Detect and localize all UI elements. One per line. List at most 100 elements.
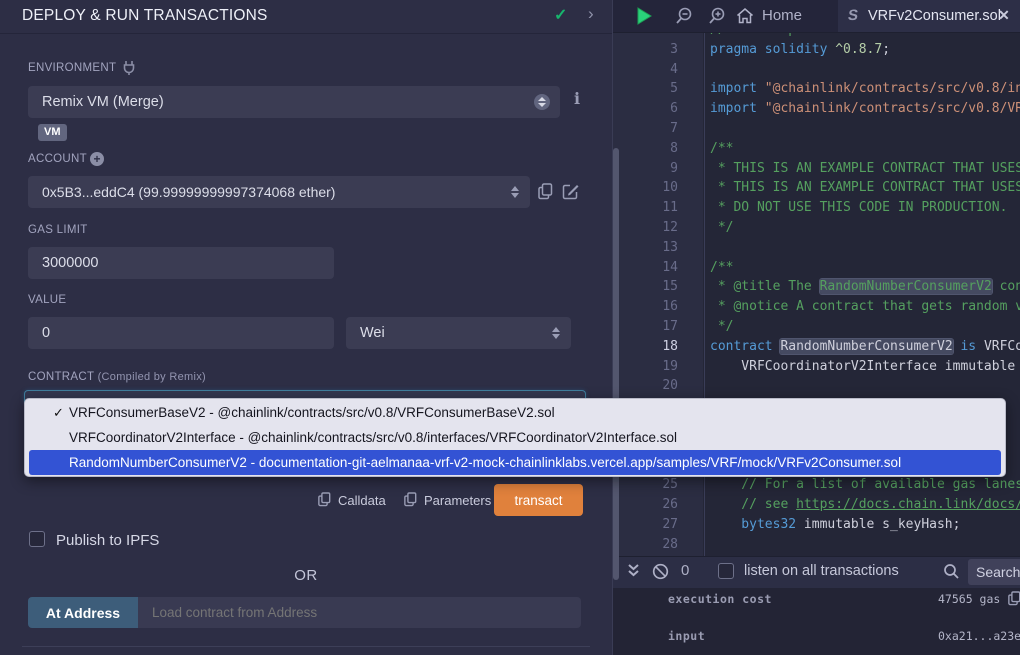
code-line[interactable]: 5import "@chainlink/contracts/src/v0.8/i… <box>612 79 1020 99</box>
line-number: 20 <box>612 376 678 396</box>
edit-account-icon[interactable] <box>562 183 579 200</box>
tab-file-label: VRFv2Consumer.sol <box>868 0 1001 32</box>
code-line[interactable]: 8/** <box>612 139 1020 159</box>
terminal-log[interactable]: execution cost47565 gasinput0xa21...a23e… <box>612 588 1020 655</box>
unit-value: Wei <box>360 325 385 341</box>
environment-label: ENVIRONMENT <box>28 62 116 74</box>
code-line[interactable]: 19 VRFCoordinatorV2Interface immutable C… <box>612 357 1020 377</box>
code-line[interactable]: 9 * THIS IS AN EXAMPLE CONTRACT THAT USE… <box>612 159 1020 179</box>
environment-select[interactable]: Remix VM (Merge) <box>28 86 560 118</box>
panel-collapse-chevron-icon[interactable]: › <box>588 4 594 24</box>
line-number: 25 <box>612 475 678 495</box>
code-line[interactable]: 7 <box>612 119 1020 139</box>
line-number: 10 <box>612 178 678 198</box>
transact-button[interactable]: transact <box>494 484 583 516</box>
code-line[interactable]: 18contract RandomNumberConsumerV2 is VRF… <box>612 337 1020 357</box>
dropdown-option[interactable]: RandomNumberConsumerV2 - documentation-g… <box>29 450 1001 475</box>
line-number: 9 <box>612 159 678 179</box>
terminal-clear-icon[interactable] <box>652 563 669 580</box>
account-select[interactable]: 0x5B3...eddC4 (99.99999999997374068 ethe… <box>28 176 530 208</box>
line-number: 27 <box>612 515 678 535</box>
at-address-input[interactable] <box>138 597 581 628</box>
close-tab-icon[interactable]: ✕ <box>998 7 1010 24</box>
account-label: ACCOUNT <box>28 153 87 165</box>
publish-checkbox[interactable] <box>29 531 45 547</box>
home-icon <box>736 8 754 24</box>
code-line[interactable]: 14/** <box>612 258 1020 278</box>
section-divider <box>22 646 590 647</box>
code-line[interactable]: 25 // For a list of available gas lanes … <box>612 475 1020 495</box>
listen-checkbox[interactable] <box>718 563 734 579</box>
solidity-file-icon: S <box>847 7 859 24</box>
value-input[interactable]: 0 <box>28 317 334 349</box>
gas-limit-label: GAS LIMIT <box>28 224 88 236</box>
terminal-expand-icon[interactable] <box>627 562 640 580</box>
parameters-label[interactable]: Parameters <box>424 493 491 508</box>
terminal-search-input[interactable] <box>968 559 1020 585</box>
terminal-row-key: execution cost <box>668 592 772 606</box>
line-number: 12 <box>612 218 678 238</box>
unit-caret-icon <box>551 325 561 341</box>
code-line[interactable]: 11 * DO NOT USE THIS CODE IN PRODUCTION. <box>612 198 1020 218</box>
code-line[interactable]: 16 * @notice A contract that gets random… <box>612 297 1020 317</box>
line-number: 8 <box>612 139 678 159</box>
deploy-run-panel: DEPLOY & RUN TRANSACTIONS ✓ › ENVIRONMEN… <box>0 0 613 655</box>
panel-title: DEPLOY & RUN TRANSACTIONS <box>22 7 268 25</box>
contract-sublabel: (Compiled by Remix) <box>98 371 206 383</box>
code-line[interactable]: 20 <box>612 376 1020 396</box>
calldata-label[interactable]: Calldata <box>338 493 386 508</box>
code-line[interactable]: 26 // see https://docs.chain.link/docs/v… <box>612 495 1020 515</box>
code-line[interactable]: 28 <box>612 535 1020 555</box>
run-script-icon[interactable] <box>636 7 653 25</box>
terminal-search-icon[interactable] <box>943 563 959 579</box>
zoom-out-icon[interactable] <box>675 7 693 25</box>
dropdown-option[interactable]: ✓VRFConsumerBaseV2 - @chainlink/contract… <box>25 400 1005 425</box>
panel-scrollbar[interactable] <box>613 148 619 580</box>
environment-info-icon[interactable]: i <box>574 89 580 108</box>
line-number: 26 <box>612 495 678 515</box>
terminal-row-value: 0xa21...a23e4 <box>938 629 1020 643</box>
line-number: 16 <box>612 297 678 317</box>
tab-home[interactable]: Home <box>736 0 802 32</box>
zoom-in-icon[interactable] <box>708 7 726 25</box>
code-line[interactable]: 4 <box>612 60 1020 80</box>
line-number: 19 <box>612 357 678 377</box>
code-line[interactable]: 10 * THIS IS AN EXAMPLE CONTRACT THAT US… <box>612 178 1020 198</box>
dropdown-option[interactable]: VRFCoordinatorV2Interface - @chainlink/c… <box>25 425 1005 450</box>
code-line[interactable]: 3pragma solidity ^0.8.7; <box>612 40 1020 60</box>
listen-label: listen on all transactions <box>744 563 899 579</box>
line-number: 5 <box>612 79 678 99</box>
unit-select[interactable]: Wei <box>346 317 571 349</box>
code-line[interactable]: 15 * @title The RandomNumberConsumerV2 c… <box>612 277 1020 297</box>
code-line[interactable]: 13 <box>612 238 1020 258</box>
environment-value: Remix VM (Merge) <box>42 94 164 110</box>
tab-active-file[interactable]: S VRFv2Consumer.sol ✕ <box>838 0 1020 32</box>
code-line[interactable]: 27 bytes32 immutable s_keyHash; <box>612 515 1020 535</box>
copy-value-icon[interactable] <box>1008 591 1020 606</box>
terminal-row-key: input <box>668 629 705 643</box>
panel-header: DEPLOY & RUN TRANSACTIONS ✓ › <box>0 0 612 34</box>
contract-dropdown: ✓VRFConsumerBaseV2 - @chainlink/contract… <box>24 398 1006 477</box>
code-line[interactable]: 17 */ <box>612 317 1020 337</box>
account-value: 0x5B3...eddC4 (99.99999999997374068 ethe… <box>42 184 335 200</box>
copy-account-icon[interactable] <box>538 183 553 200</box>
line-number: 3 <box>612 40 678 60</box>
line-number: 7 <box>612 119 678 139</box>
calldata-copy-icon[interactable] <box>318 492 331 507</box>
at-address-button[interactable]: At Address <box>28 597 138 628</box>
line-number: 11 <box>612 198 678 218</box>
or-divider: OR <box>0 567 612 584</box>
code-line[interactable]: 12 */ <box>612 218 1020 238</box>
parameters-copy-icon[interactable] <box>404 492 417 507</box>
line-number: 15 <box>612 277 678 297</box>
selected-check-icon: ✓ <box>53 400 64 425</box>
vm-badge: VM <box>38 124 67 141</box>
add-account-icon[interactable]: + <box>90 152 104 166</box>
code-line[interactable]: 6import "@chainlink/contracts/src/v0.8/V… <box>612 99 1020 119</box>
select-caret-icon <box>534 94 550 110</box>
value-label: VALUE <box>28 294 66 306</box>
gas-limit-input[interactable]: 3000000 <box>28 247 334 279</box>
line-number: 17 <box>612 317 678 337</box>
remix-ide: 2// An example of a consumer contract th… <box>0 0 1020 655</box>
line-number: 28 <box>612 535 678 555</box>
